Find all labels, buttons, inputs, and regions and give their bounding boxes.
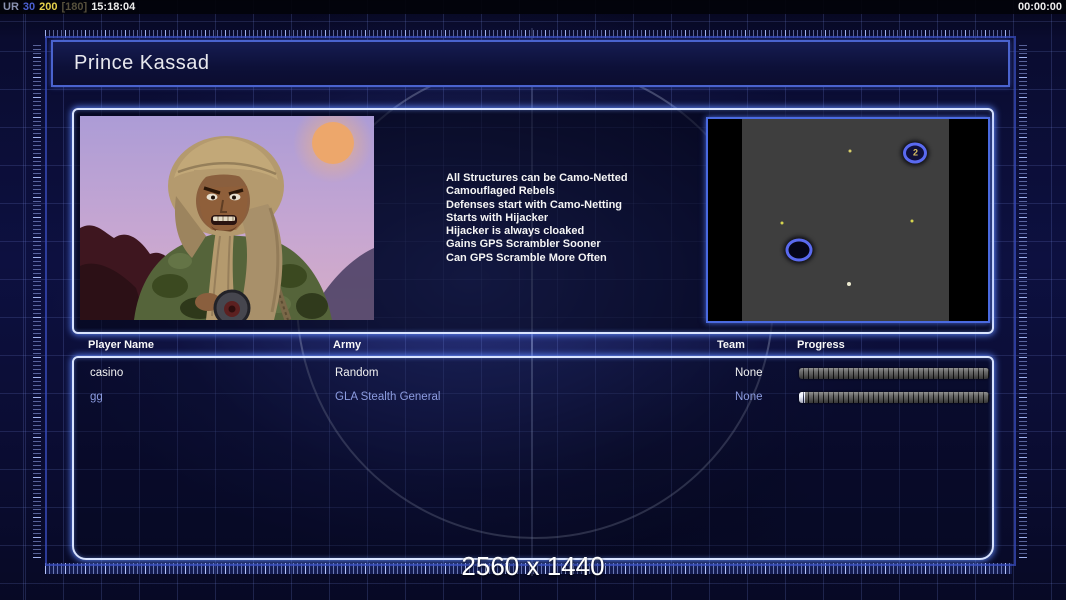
general-portrait-art [80, 116, 374, 320]
general-portrait [80, 116, 374, 320]
minimap: 2 [706, 117, 990, 323]
minimap-player-marker: 2 [903, 142, 928, 164]
hud-clock: 15:18:04 [91, 1, 136, 13]
loading-progress-fill [799, 392, 805, 403]
minimap-dot [848, 149, 852, 153]
player-table-header: Player Name Army Team Progress [72, 339, 990, 355]
player-army: Random [335, 367, 379, 379]
ability-item: Camouflaged Rebels [446, 185, 555, 198]
page-title: Prince Kassad [74, 52, 210, 74]
player-row: casino Random None [74, 367, 992, 383]
minimap-dot [780, 221, 784, 225]
ability-item: Can GPS Scramble More Often [446, 251, 607, 264]
ruler-left [33, 44, 41, 558]
player-list-panel: casino Random None gg GLA Stealth Genera… [72, 356, 994, 560]
ability-item: Starts with Hijacker [446, 211, 549, 224]
column-army: Army [333, 339, 362, 351]
column-team: Team [717, 339, 745, 351]
map-resolution-label: 2560 x 1440 [461, 551, 605, 581]
column-player-name: Player Name [88, 339, 155, 351]
player-team: None [735, 391, 763, 403]
player-name: gg [90, 391, 103, 403]
loading-progress-bar [799, 392, 989, 403]
hud-latency-value: 200 [39, 1, 58, 13]
ability-item: Gains GPS Scrambler Sooner [446, 238, 601, 251]
title-bar: Prince Kassad [51, 40, 1010, 87]
hud-stats: UR 30 200 [180] 15:18:04 [0, 0, 139, 14]
ruler-right [1019, 44, 1027, 558]
ability-item: Defenses start with Camo-Netting [446, 198, 623, 211]
general-info-panel: All Structures can be Camo-Netted Camouf… [72, 108, 994, 334]
player-row: gg GLA Stealth General None [74, 391, 992, 407]
minimap-area: 2 [708, 119, 988, 321]
hud-fps-value: 30 [22, 1, 36, 13]
loading-progress-bar [799, 368, 989, 379]
loading-screen: UR 30 200 [180] 15:18:04 00:00:00 Prince Kas… [0, 0, 1066, 600]
hud-bracket-value: [180] [61, 1, 88, 13]
minimap-player-marker [785, 238, 813, 262]
abilities-list: All Structures can be Camo-Netted Camouf… [446, 172, 628, 265]
ability-item: Hijacker is always cloaked [446, 225, 585, 238]
game-timer: 00:00:00 [1017, 1, 1062, 13]
player-army: GLA Stealth General [335, 391, 441, 403]
minimap-dot [847, 282, 852, 287]
column-progress: Progress [797, 339, 845, 351]
player-name: casino [90, 367, 124, 379]
player-team: None [735, 367, 763, 379]
ability-item: All Structures can be Camo-Netted [446, 172, 628, 184]
minimap-dot [910, 219, 914, 223]
hud-tag: UR [3, 1, 19, 13]
hud-bar: UR 30 200 [180] 15:18:04 00:00:00 [0, 0, 1066, 14]
